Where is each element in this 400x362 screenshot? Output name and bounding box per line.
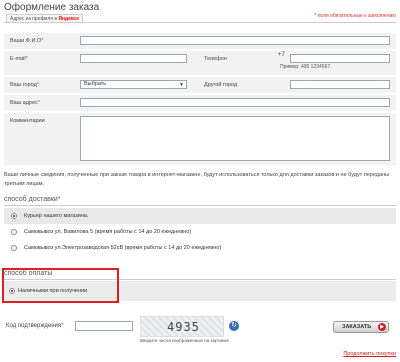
city-label: Ваш город* <box>10 82 39 88</box>
captcha-image: 4935 <box>140 316 224 337</box>
continue-shopping-link[interactable]: Продолжить покупки <box>343 351 396 357</box>
other-city-input[interactable] <box>290 80 390 89</box>
refresh-icon[interactable]: ↻ <box>229 321 239 331</box>
radio-button[interactable] <box>11 245 17 251</box>
yandex-address-tab[interactable]: Адрес из профиля в Яндексе <box>6 14 83 22</box>
comments-row: Комментарии <box>4 113 396 165</box>
confirmation-code-input[interactable] <box>75 321 133 331</box>
delivery-divider <box>4 205 396 206</box>
arrow-right-icon: ▶ <box>378 323 386 331</box>
fio-row: Ваши Ф.И.О* <box>4 33 396 49</box>
email-label: E-mail* <box>10 56 28 62</box>
privacy-notice: Ваши личные сведения, полученные при зак… <box>4 172 390 187</box>
phone-label: Телефон <box>204 56 227 62</box>
order-button[interactable]: ЗАКАЗАТЬ ▶ <box>333 321 389 333</box>
captcha-hint: Введите числа изображенные на картинке <box>140 338 230 343</box>
confirmation-code-label: Код подтверждения* <box>6 323 64 329</box>
phone-prefix: +7 <box>278 52 285 58</box>
phone-hint: Пример: 495 1234567 <box>280 64 331 70</box>
fio-input[interactable] <box>80 36 390 45</box>
payment-highlight-box <box>2 268 119 303</box>
radio-button[interactable] <box>11 229 17 235</box>
address-row: Ваш адрес* <box>4 95 396 111</box>
fio-label: Ваши Ф.И.О* <box>10 38 44 44</box>
phone-input[interactable] <box>290 54 390 63</box>
order-button-label: ЗАКАЗАТЬ <box>342 324 372 330</box>
delivery-option-label: Самовывоз ул.Электрозаводская 52сВ (врем… <box>24 245 222 251</box>
email-phone-row: E-mail* Телефон +7 Пример: 495 1234567 <box>4 51 396 75</box>
delivery-option-label: Курьер нашего магазина. <box>24 213 89 219</box>
city-select[interactable]: Выбрать ▼ <box>80 80 187 89</box>
delivery-option-elektrozavodskaya[interactable]: Самовывоз ул.Электрозаводская 52сВ (врем… <box>4 240 396 256</box>
delivery-option-vavilova[interactable]: Самовывоз ул. Вавилова 5 (время работы с… <box>4 224 396 240</box>
other-city-label: Другой город <box>204 82 238 88</box>
radio-button[interactable] <box>11 213 17 219</box>
comments-label: Комментарии <box>10 118 45 124</box>
delivery-section-title: способ доставки* <box>4 196 61 203</box>
required-note: * поля обязательные к заполнению <box>314 13 396 19</box>
address-label: Ваш адрес* <box>10 100 40 106</box>
page-title: Оформление заказа <box>4 2 100 13</box>
delivery-option-label: Самовывоз ул. Вавилова 5 (время работы с… <box>24 229 192 235</box>
delivery-option-courier[interactable]: Курьер нашего магазина. <box>4 208 396 224</box>
header-divider <box>4 22 396 23</box>
city-row: Ваш город* Выбрать ▼ Другой город <box>4 77 396 93</box>
chevron-down-icon: ▼ <box>179 82 184 88</box>
captcha-digits: 4935 <box>167 320 200 334</box>
address-input[interactable] <box>80 98 390 107</box>
comments-textarea[interactable] <box>80 116 390 161</box>
city-select-value: Выбрать <box>84 81 107 87</box>
email-input[interactable] <box>80 54 187 63</box>
